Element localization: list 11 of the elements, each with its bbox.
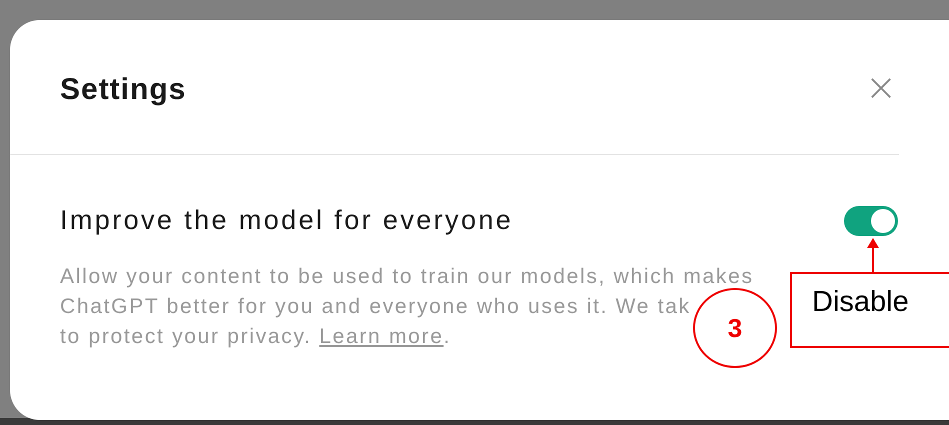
period-text: . xyxy=(444,324,452,350)
description-line: ChatGPT better for you and everyone who uses it. We tak xyxy=(60,294,691,320)
callout-label: Disable xyxy=(790,272,949,348)
setting-label: Improve the model for everyone xyxy=(60,205,514,236)
pointer-arrow xyxy=(864,238,882,274)
description-line: to protect your privacy. xyxy=(60,324,313,350)
dialog-title: Settings xyxy=(60,72,186,106)
toggle-switch[interactable] xyxy=(844,206,898,236)
learn-more-link[interactable]: Learn more xyxy=(319,322,444,352)
close-button[interactable]: × xyxy=(863,68,899,106)
description-line: Allow your content to be used to train our models, which makes xyxy=(60,264,754,290)
